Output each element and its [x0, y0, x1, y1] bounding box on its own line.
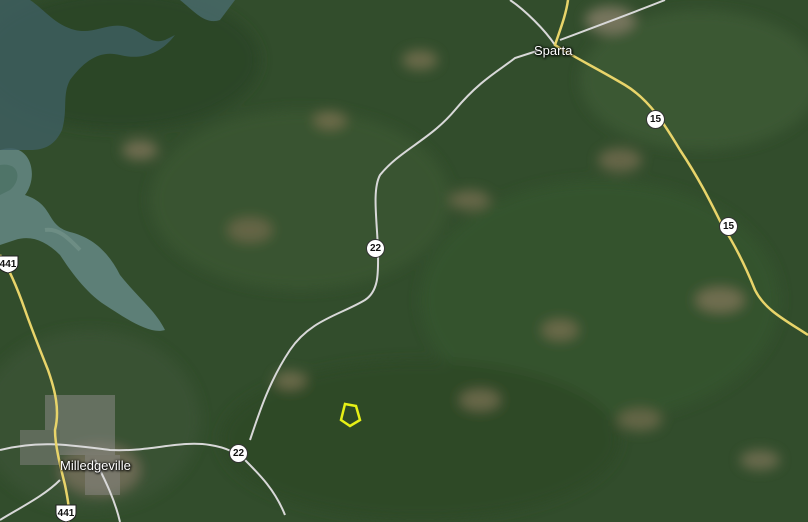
route-22-shield: 22	[366, 239, 385, 258]
us-441-label: 441	[0, 258, 17, 270]
route-15-shield: 15	[646, 110, 665, 129]
route-15-shield: 15	[719, 217, 738, 236]
town-label-sparta[interactable]: Sparta	[534, 43, 572, 58]
town-label-milledgeville[interactable]: Milledgeville	[60, 458, 131, 473]
route-22-shield: 22	[229, 444, 248, 463]
map-view[interactable]: Sparta Milledgeville 15 15 22 22 441 441	[0, 0, 808, 522]
us-441-shield: 441	[54, 503, 78, 522]
us-441-label: 441	[57, 507, 75, 519]
us-441-shield: 441	[0, 254, 20, 274]
satellite-imagery	[0, 0, 808, 522]
